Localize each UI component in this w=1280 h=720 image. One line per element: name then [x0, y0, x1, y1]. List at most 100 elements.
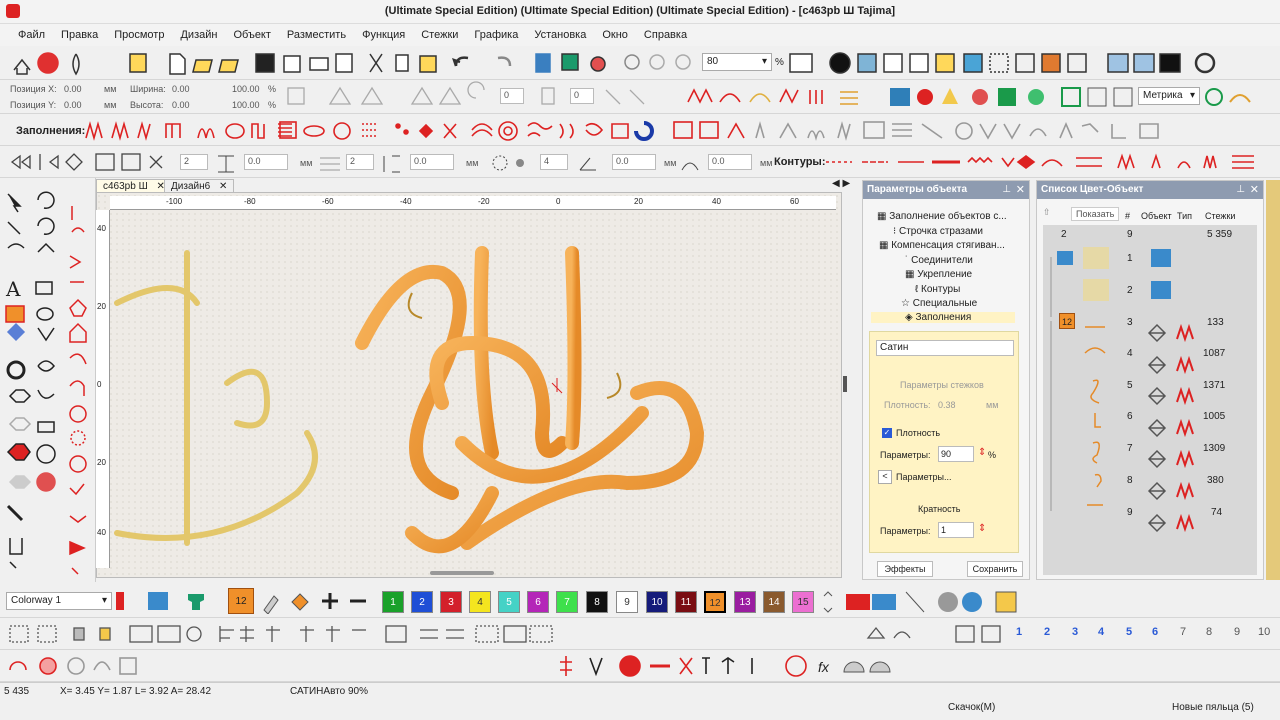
height-pct[interactable]: 100.00	[232, 100, 260, 110]
stepper-icon[interactable]: ⇕	[978, 523, 986, 534]
shape-icons[interactable]	[0, 650, 150, 682]
row-num[interactable]: 6	[1127, 411, 1133, 422]
hoop-num-9[interactable]: 9	[1234, 626, 1240, 638]
main-toolbar-icons[interactable]	[0, 46, 1280, 80]
canvas-h-scrollbar[interactable]	[430, 571, 494, 575]
left-tool-icons[interactable]: A	[0, 186, 96, 582]
param-item-pull-comp[interactable]: ▦ Компенсация стягиван...	[879, 240, 1005, 251]
palette-swatch-15[interactable]: 15	[792, 591, 814, 613]
close-icon[interactable]: ✕	[219, 181, 227, 192]
menu-window[interactable]: Окно	[594, 24, 636, 46]
menu-settings[interactable]: Установка	[526, 24, 594, 46]
align-icons[interactable]	[0, 146, 180, 178]
density-value[interactable]: 0.38	[938, 400, 956, 410]
hoop-num-3[interactable]: 3	[1072, 626, 1078, 638]
param-item-underlay[interactable]: ▦ Укрепление	[905, 269, 972, 280]
menu-help[interactable]: Справка	[636, 24, 695, 46]
hoop-num-6[interactable]: 6	[1152, 626, 1158, 638]
palette-swatch-11[interactable]: 11	[675, 591, 697, 613]
pos-y-value[interactable]: 0.00	[64, 100, 82, 110]
pin-icon[interactable]: ⊥	[1002, 184, 1011, 195]
hoop-num-7[interactable]: 7	[1180, 626, 1186, 638]
spacing2-field[interactable]: 0.0	[410, 154, 454, 170]
palette-swatch-13[interactable]: 13	[734, 591, 756, 613]
menu-object[interactable]: Объект	[225, 24, 278, 46]
embroidery-design[interactable]	[97, 193, 842, 578]
palette-swatch-7[interactable]: 7	[556, 591, 578, 613]
param-item-fills[interactable]: ◈ Заполнения	[871, 312, 1015, 323]
repeat-count-field[interactable]: 2	[180, 154, 208, 170]
spacing-field[interactable]: 0.0	[244, 154, 288, 170]
palette-swatch-1[interactable]: 1	[382, 591, 404, 613]
fill-type-icons[interactable]	[80, 114, 1180, 146]
stitch-type-icons[interactable]	[680, 80, 1140, 114]
palette-swatch-14[interactable]: 14	[763, 591, 785, 613]
width-pct[interactable]: 100.00	[232, 84, 260, 94]
menu-graphics[interactable]: Графика	[466, 24, 526, 46]
hoop-num-1[interactable]: 1	[1016, 626, 1022, 638]
count3-field[interactable]: 4	[540, 154, 568, 170]
param-item-object-fill[interactable]: ▦ Заполнение объектов с...	[877, 211, 1007, 222]
close-icon[interactable]: ✕	[1016, 183, 1025, 196]
effects-button[interactable]: Эффекты	[877, 561, 933, 577]
row-num[interactable]: 4	[1127, 348, 1133, 359]
hoop-num-5[interactable]: 5	[1126, 626, 1132, 638]
color-misc-icons[interactable]	[820, 588, 1030, 616]
palette-swatch-5[interactable]: 5	[498, 591, 520, 613]
collapse-all-icon[interactable]: ⇧	[1043, 207, 1051, 218]
row-num[interactable]: 2	[1127, 285, 1133, 296]
color-action-icons[interactable]	[258, 588, 378, 614]
menu-edit[interactable]: Правка	[53, 24, 106, 46]
hoop-num-2[interactable]: 2	[1044, 626, 1050, 638]
units-select[interactable]: Метрика ▾	[1138, 87, 1200, 105]
density-checkbox[interactable]: ✓	[882, 428, 892, 438]
hoop-num-10[interactable]: 10	[1258, 626, 1270, 638]
close-icon[interactable]: ✕	[1250, 183, 1259, 196]
canvas-v-scrollbar[interactable]	[843, 376, 847, 392]
menu-design[interactable]: Дизайн	[172, 24, 225, 46]
palette-swatch-6[interactable]: 6	[527, 591, 549, 613]
params2-field[interactable]: 1	[938, 522, 974, 538]
pos-x-value[interactable]: 0.00	[64, 84, 82, 94]
save-button[interactable]: Сохранить	[967, 561, 1023, 577]
colorway-select[interactable]: Colorway 1 ▾	[6, 592, 112, 610]
side-panel-strip[interactable]	[1266, 180, 1280, 580]
tab-scroll-icon[interactable]: ◀ ▶	[832, 178, 850, 189]
transform-icons[interactable]	[280, 80, 680, 114]
menu-stitches[interactable]: Стежки	[413, 24, 466, 46]
hoop-num-8[interactable]: 8	[1206, 626, 1212, 638]
misc-icons[interactable]	[1200, 80, 1280, 114]
width-value[interactable]: 0.00	[172, 84, 190, 94]
palette-tool-icons[interactable]	[114, 588, 214, 614]
design-canvas[interactable]	[96, 192, 842, 578]
height-value[interactable]: 0.00	[172, 100, 190, 110]
stepper-icon[interactable]: ⇕	[978, 447, 986, 458]
contour-type-icons[interactable]	[822, 146, 1262, 178]
param-item-contours[interactable]: ℓ Контуры	[915, 284, 960, 295]
menu-view[interactable]: Просмотр	[106, 24, 172, 46]
menu-function[interactable]: Функция	[354, 24, 413, 46]
show-button[interactable]: Показать	[1071, 207, 1120, 221]
row-num[interactable]: 8	[1127, 475, 1133, 486]
palette-swatch-2[interactable]: 2	[411, 591, 433, 613]
row-num[interactable]: 7	[1127, 443, 1133, 454]
menu-file[interactable]: Файл	[10, 24, 53, 46]
param-item-rhinestone[interactable]: ⁝ Строчка стразами	[893, 226, 983, 237]
row-num[interactable]: 1	[1127, 253, 1133, 264]
row-num[interactable]: 5	[1127, 380, 1133, 391]
param-item-connectors[interactable]: ˙ Соединители	[905, 255, 973, 266]
machine-icons[interactable]	[860, 618, 1020, 650]
params-field[interactable]: 90	[938, 446, 974, 462]
chevron-left-icon[interactable]: <	[878, 470, 892, 484]
pin-icon[interactable]: ⊥	[1236, 184, 1245, 195]
params-more-link[interactable]: Параметры...	[896, 472, 951, 482]
color-badge[interactable]: 12	[1059, 313, 1075, 329]
sort-icons[interactable]	[836, 650, 896, 682]
row-num[interactable]: 9	[1127, 507, 1133, 518]
palette-swatch-3[interactable]: 3	[440, 591, 462, 613]
palette-swatch-8[interactable]: 8	[586, 591, 608, 613]
repeat2-field[interactable]: 2	[346, 154, 374, 170]
angle-field[interactable]: 0.0	[612, 154, 656, 170]
radius-field[interactable]: 0.0	[708, 154, 752, 170]
palette-swatch-9[interactable]: 9	[616, 591, 638, 613]
